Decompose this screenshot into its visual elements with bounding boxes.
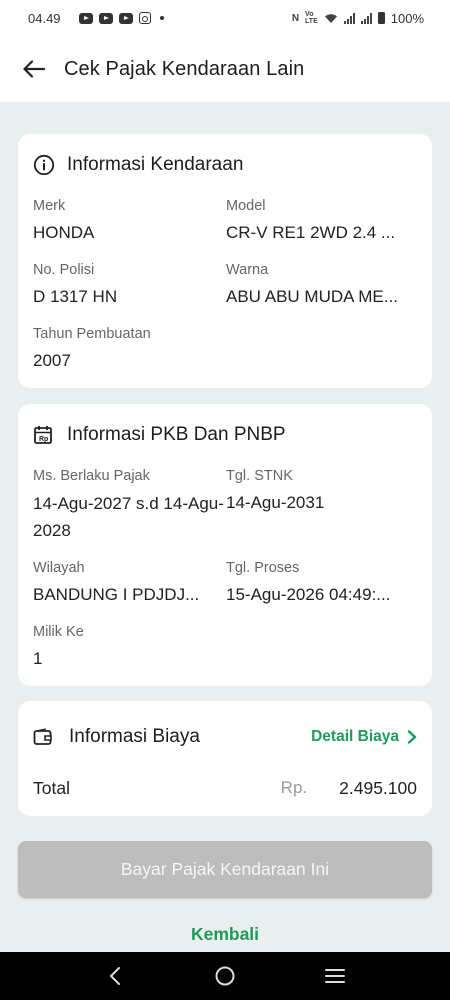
nav-home-icon[interactable] <box>205 956 245 996</box>
cost-info-title: Informasi Biaya <box>69 726 200 747</box>
field-tgl-proses: Tgl. Proses 15-Agu-2026 04:49:... <box>226 558 416 622</box>
field-value: BANDUNG I PDJDJ... <box>33 585 200 604</box>
field-label: Milik Ke <box>33 624 84 640</box>
status-right: N Vo LTE 100% <box>292 11 424 26</box>
field-value: 1 <box>33 649 43 668</box>
field-value: ABU ABU MUDA ME... <box>226 287 398 306</box>
app-header: Cek Pajak Kendaraan Lain <box>0 36 450 102</box>
youtube-icon <box>78 12 93 24</box>
youtube-icon <box>118 12 133 24</box>
detail-biaya-link[interactable]: Detail Biaya <box>311 728 417 746</box>
detail-biaya-label: Detail Biaya <box>311 728 399 745</box>
vehicle-info-header: Informasi Kendaraan <box>33 134 417 196</box>
signal-icon <box>343 12 355 24</box>
field-tgl-stnk: Tgl. STNK 14-Agu-2031 <box>226 466 416 558</box>
pkb-info-card: Rp Informasi PKB Dan PNBP Ms. Berlaku Pa… <box>18 404 432 686</box>
back-link[interactable]: Kembali <box>0 924 450 945</box>
field-label: Tgl. Proses <box>226 560 300 576</box>
vehicle-info-fields: Merk HONDA Model CR-V RE1 2WD 2.4 ... No… <box>33 196 417 388</box>
pkb-info-fields: Ms. Berlaku Pajak 14-Agu-2027 s.d 14-Agu… <box>33 466 417 686</box>
pkb-info-header: Rp Informasi PKB Dan PNBP <box>33 404 417 466</box>
total-row: Total Rp. 2.495.100 <box>33 773 417 803</box>
field-tahun-pembuatan: Tahun Pembuatan 2007 <box>33 324 226 388</box>
volte-icon: Vo LTE <box>305 11 318 25</box>
field-label: Ms. Berlaku Pajak <box>33 468 150 484</box>
field-label: Merk <box>33 198 66 214</box>
wifi-icon <box>324 13 337 23</box>
field-value: 14-Agu-2027 s.d 14-Agu-2028 <box>33 494 224 540</box>
vehicle-info-card: Informasi Kendaraan Merk HONDA Model CR-… <box>18 134 432 388</box>
chevron-right-icon <box>407 730 417 744</box>
arrow-left-icon[interactable] <box>20 55 48 83</box>
status-bar: 04.49 N Vo LTE 100% <box>0 0 450 36</box>
field-merk: Merk HONDA <box>33 196 226 260</box>
field-label: Tahun Pembuatan <box>33 326 151 342</box>
field-value: D 1317 HN <box>33 287 118 306</box>
field-warna: Warna ABU ABU MUDA ME... <box>226 260 416 324</box>
field-label: Tgl. STNK <box>226 468 293 484</box>
field-value: 15-Agu-2026 04:49:... <box>226 585 391 604</box>
nfc-icon: N <box>291 12 300 24</box>
status-left: 04.49 <box>28 11 164 26</box>
status-time: 04.49 <box>28 10 61 26</box>
wallet-icon <box>33 728 52 745</box>
notification-dot-icon <box>159 16 164 20</box>
field-value: HONDA <box>33 223 95 242</box>
field-no-polisi: No. Polisi D 1317 HN <box>33 260 226 324</box>
field-label: Warna <box>226 262 269 278</box>
total-amount: 2.495.100 <box>339 777 417 798</box>
field-milik-ke: Milik Ke 1 <box>33 622 226 686</box>
pay-tax-button[interactable]: Bayar Pajak Kendaraan Ini <box>18 841 432 898</box>
instagram-icon <box>138 12 151 24</box>
total-currency: Rp. <box>280 778 308 797</box>
battery-icon <box>377 12 385 24</box>
field-label: Model <box>226 198 266 214</box>
field-value: 2007 <box>33 351 71 370</box>
field-value: CR-V RE1 2WD 2.4 ... <box>226 223 396 242</box>
nav-recents-icon[interactable] <box>315 956 355 996</box>
youtube-icon <box>98 12 113 24</box>
field-label: No. Polisi <box>33 262 95 278</box>
total-label: Total <box>33 777 70 798</box>
field-label: Wilayah <box>33 560 85 576</box>
field-wilayah: Wilayah BANDUNG I PDJDJ... <box>33 558 226 622</box>
system-nav-bar <box>0 952 450 1000</box>
battery-level: 100% <box>390 10 424 26</box>
calendar-money-icon: Rp <box>34 426 52 444</box>
cost-info-card: Informasi Biaya Detail Biaya Total Rp. 2… <box>18 701 432 816</box>
signal-icon <box>360 12 372 24</box>
cost-info-header: Informasi Biaya Detail Biaya <box>33 701 417 773</box>
info-icon <box>33 154 55 176</box>
svg-text:Rp: Rp <box>39 436 48 443</box>
page-title: Cek Pajak Kendaraan Lain <box>64 57 305 80</box>
field-masa-berlaku: Ms. Berlaku Pajak 14-Agu-2027 s.d 14-Agu… <box>33 466 226 558</box>
nav-back-icon[interactable] <box>95 956 135 996</box>
field-value: 14-Agu-2031 <box>226 493 325 512</box>
vehicle-info-title: Informasi Kendaraan <box>67 154 244 175</box>
field-model: Model CR-V RE1 2WD 2.4 ... <box>226 196 416 260</box>
pkb-info-title: Informasi PKB Dan PNBP <box>67 424 286 445</box>
